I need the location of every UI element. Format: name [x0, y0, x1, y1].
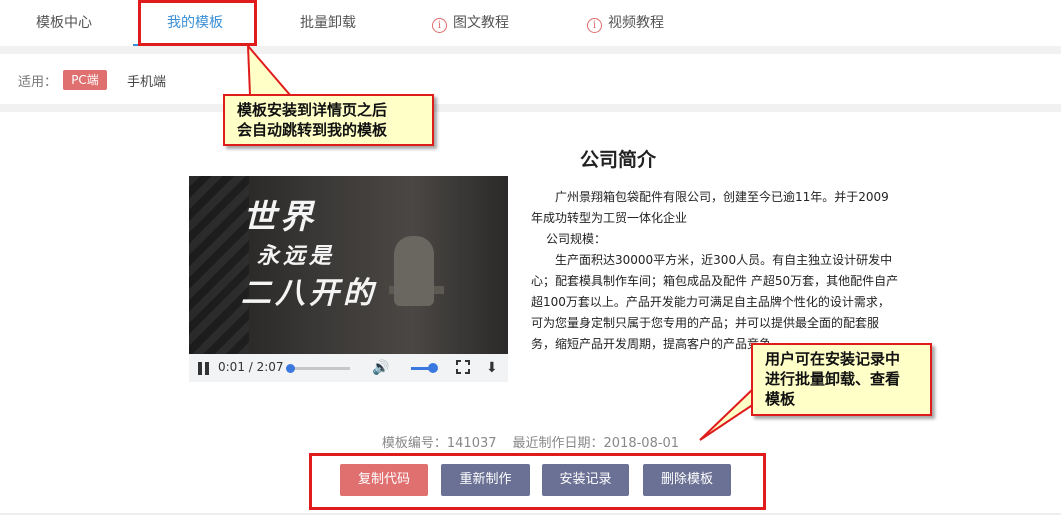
template-meta: 模板编号：141037 最近制作日期：2018-08-01	[0, 432, 1061, 451]
video-player[interactable]: 世界 永远是 二八开的	[189, 176, 508, 354]
callout-install-log: 用户可在安装记录中 进行批量卸载、查看 模板	[751, 343, 932, 416]
tab-graphic-tutorial-label: 图文教程	[453, 15, 509, 31]
callout-text: 模板安装到详情页之后	[237, 101, 388, 119]
info-icon: i	[432, 18, 447, 33]
tab-template-center[interactable]: 模板中心	[36, 0, 92, 46]
action-bar: 复制代码 重新制作 安装记录 删除模板	[0, 464, 1061, 497]
progress-knob[interactable]	[286, 364, 296, 373]
video-title-line: 二八开的	[241, 276, 377, 311]
tab-batch-uninstall[interactable]: 批量卸载	[300, 0, 356, 46]
filter-pc-chip[interactable]: PC端	[63, 70, 107, 90]
delete-template-button[interactable]: 删除模板	[643, 464, 731, 496]
platform-filter: 适用： PC端 手机端	[0, 54, 1061, 104]
volume-icon[interactable]: 🔊	[372, 360, 389, 376]
callout-my-templates: 模板安装到详情页之后 会自动跳转到我的模板	[223, 94, 434, 146]
remake-button[interactable]: 重新制作	[441, 464, 530, 496]
filter-label: 适用：	[18, 75, 58, 90]
article-paragraph: 广州景翔箱包袋配件有限公司，创建至今已逾11年。并于2009年成功转型为工贸一体…	[531, 190, 889, 225]
install-log-button[interactable]: 安装记录	[542, 464, 629, 496]
divider	[0, 46, 1061, 54]
callout-text: 模板	[765, 390, 796, 408]
video-figure	[394, 236, 434, 306]
template-date: 最近制作日期：2018-08-01	[512, 436, 680, 451]
video-title-line: 世界	[243, 197, 317, 236]
tab-my-templates[interactable]: 我的模板	[167, 0, 223, 46]
pause-icon[interactable]	[198, 362, 210, 375]
filter-mobile-chip[interactable]: 手机端	[127, 71, 166, 90]
video-title-line: 永远是	[257, 243, 336, 269]
video-progress-bar[interactable]	[286, 364, 350, 373]
copy-code-button[interactable]: 复制代码	[340, 464, 428, 496]
template-id: 模板编号：141037	[381, 436, 497, 451]
article-title: 公司简介	[580, 149, 657, 171]
volume-knob[interactable]	[428, 363, 438, 373]
info-icon: i	[587, 18, 602, 33]
article-body: 广州景翔箱包袋配件有限公司，创建至今已逾11年。并于2009年成功转型为工贸一体…	[531, 187, 899, 355]
article-paragraph: 生产面积达30000平方米，近300人员。有自主独立设计研发中心；配套模具制作车…	[531, 253, 899, 351]
video-time: 0:01 / 2:07	[218, 360, 284, 374]
video-staircase	[189, 176, 249, 354]
template-preview: 世界 永远是 二八开的 0:01 / 2:07 🔊 ⬇ 公司简介 广州景翔箱包袋…	[0, 112, 1061, 515]
top-tab-bar: 模板中心 我的模板 批量卸载 i 图文教程 i 视频教程	[0, 0, 1061, 46]
callout-text: 进行批量卸载、查看	[765, 370, 901, 388]
callout-text: 会自动跳转到我的模板	[237, 121, 388, 139]
tab-video-tutorial-label: 视频教程	[608, 15, 664, 31]
video-controls: 0:01 / 2:07 🔊 ⬇	[189, 354, 508, 382]
download-icon[interactable]: ⬇	[486, 360, 498, 376]
article-paragraph: 公司规模：	[546, 232, 607, 246]
tab-graphic-tutorial[interactable]: i 图文教程	[432, 0, 509, 46]
divider	[0, 104, 1061, 112]
fullscreen-icon[interactable]	[456, 360, 470, 374]
callout-text: 用户可在安装记录中	[765, 350, 901, 368]
tab-video-tutorial[interactable]: i 视频教程	[587, 0, 664, 46]
